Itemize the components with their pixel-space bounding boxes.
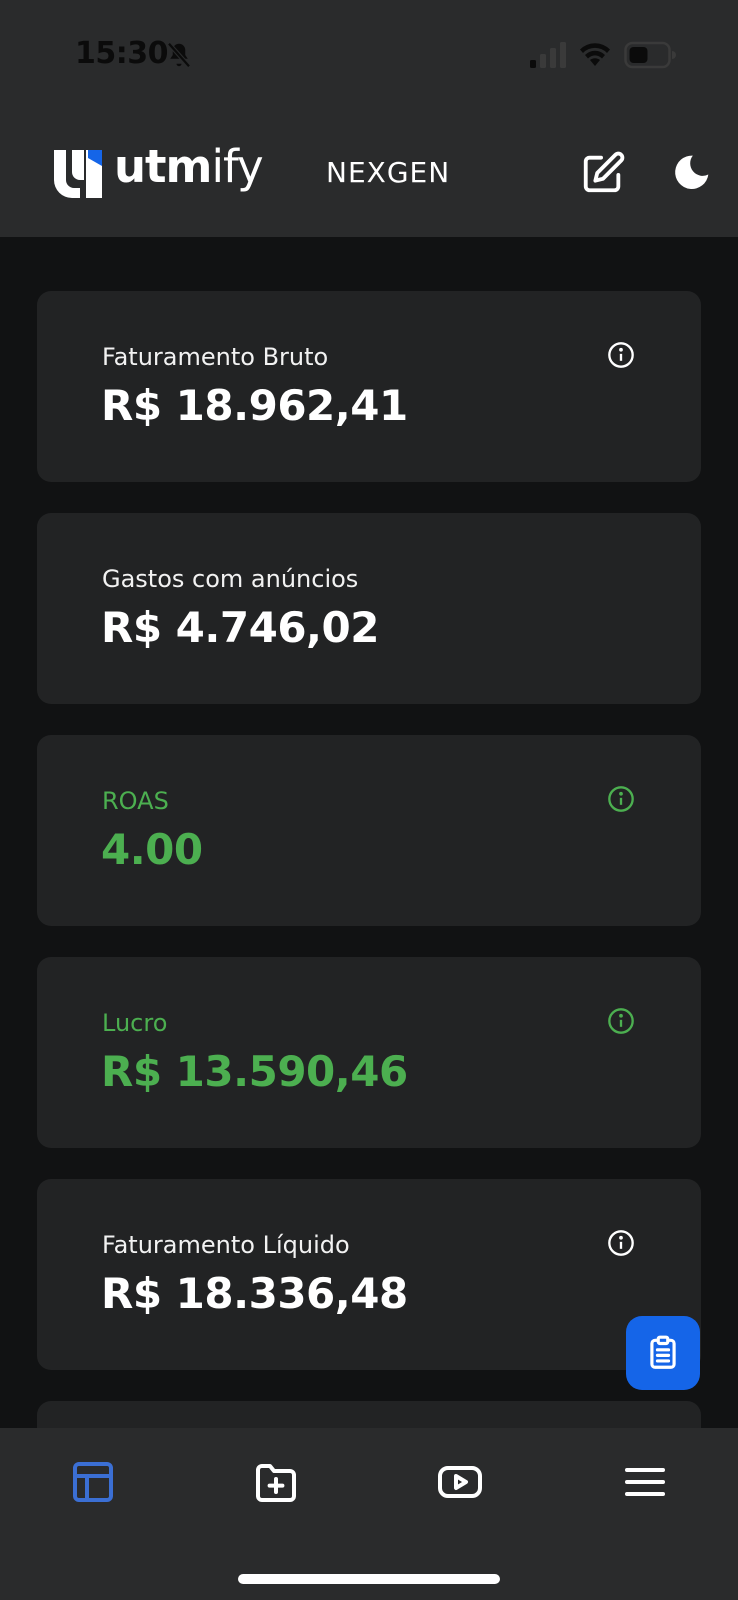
video-icon[interactable]	[436, 1458, 484, 1506]
moon-icon[interactable]	[672, 152, 712, 192]
workspace-name[interactable]: NEXGEN	[326, 156, 450, 189]
menu-icon[interactable]	[621, 1458, 669, 1506]
metric-label: ROAS	[102, 787, 169, 815]
battery-icon	[624, 41, 676, 69]
metric-label: Faturamento Bruto	[102, 343, 329, 371]
signal-icon	[530, 42, 566, 68]
metric-value: R$ 13.590,46	[101, 1047, 408, 1096]
wifi-icon	[580, 43, 610, 66]
status-time: 15:30	[75, 36, 169, 71]
info-icon[interactable]	[607, 1229, 635, 1257]
status-bar: 15:30	[0, 0, 738, 110]
clipboard-button[interactable]	[626, 1316, 700, 1390]
metric-card-roas: ROAS 4.00	[37, 735, 701, 926]
metric-card-gastos-anuncios: Gastos com anúncios R$ 4.746,02	[37, 513, 701, 704]
brand-name: utmify	[114, 140, 264, 193]
app-header: utmify NEXGEN	[0, 110, 738, 237]
metrics-list: Faturamento Bruto R$ 18.962,41 Gastos co…	[37, 291, 701, 1441]
info-icon[interactable]	[607, 785, 635, 813]
clipboard-icon	[650, 1335, 676, 1369]
utmify-logo-icon	[54, 150, 102, 198]
metric-value: R$ 18.336,48	[101, 1269, 408, 1318]
edit-icon[interactable]	[580, 150, 626, 196]
app-screen: 15:30 utmify NEXGEN Faturamento Bruto R$…	[0, 0, 738, 1600]
metric-value: R$ 18.962,41	[101, 381, 408, 430]
bottom-nav	[0, 1428, 738, 1600]
metric-label: Lucro	[102, 1009, 168, 1037]
dashboard-icon[interactable]	[69, 1458, 117, 1506]
bell-off-icon	[167, 42, 191, 68]
metric-card-faturamento-bruto: Faturamento Bruto R$ 18.962,41	[37, 291, 701, 482]
folder-plus-icon[interactable]	[252, 1458, 300, 1506]
info-icon[interactable]	[607, 341, 635, 369]
metric-value: 4.00	[101, 825, 203, 874]
metric-card-faturamento-liquido: Faturamento Líquido R$ 18.336,48	[37, 1179, 701, 1370]
metric-value: R$ 4.746,02	[101, 603, 379, 652]
metric-label: Gastos com anúncios	[102, 565, 359, 593]
metric-card-lucro: Lucro R$ 13.590,46	[37, 957, 701, 1148]
metric-label: Faturamento Líquido	[102, 1231, 350, 1259]
info-icon[interactable]	[607, 1007, 635, 1035]
home-indicator[interactable]	[238, 1574, 500, 1584]
